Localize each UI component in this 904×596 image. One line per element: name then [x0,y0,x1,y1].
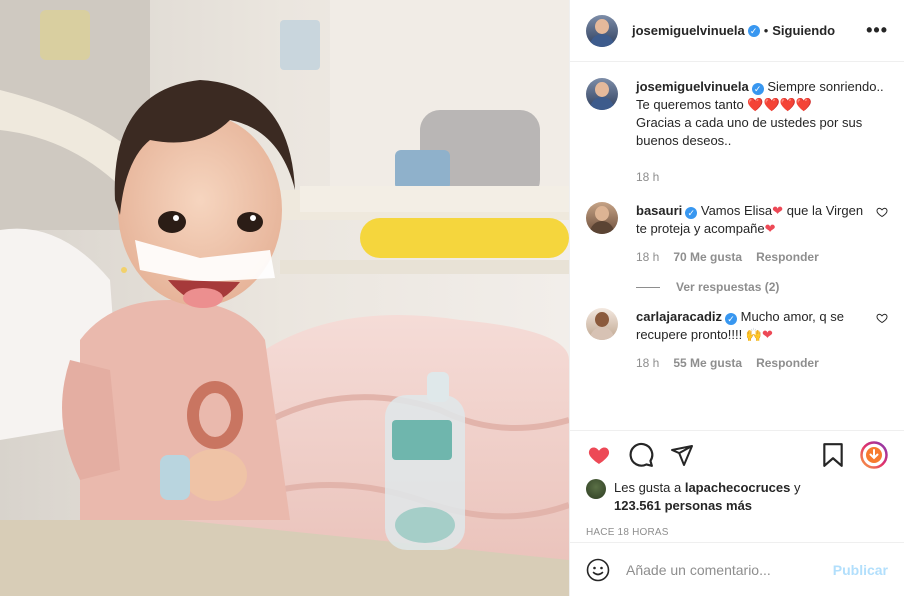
caption-line-2: Te queremos tanto [636,97,744,112]
caption-line-3: Gracias a cada uno de ustedes por sus bu… [636,115,863,148]
header-separator: • [763,23,769,38]
verified-badge-icon: ✓ [725,313,738,325]
reply-button[interactable]: Responder [756,248,819,266]
share-send-icon[interactable] [670,443,694,467]
caption-username[interactable]: josemiguelvinuela [636,79,749,94]
heart-emoji: ❤ [764,221,776,236]
comment-meta: 18 h 55 Me gusta Responder [636,354,868,372]
comment-likes[interactable]: 70 Me gusta [673,248,742,266]
comment-meta: 18 h 70 Me gusta Responder [636,248,868,266]
likes-text: Les gusta a lapachecocruces y 123.561 pe… [614,479,800,515]
view-replies-label: Ver respuestas (2) [676,280,780,294]
caption-body: josemiguelvinuela ✓ Siempre sonriendo.. T… [636,78,888,186]
more-options-icon[interactable]: ••• [866,20,888,41]
publish-button[interactable]: Publicar [833,562,888,578]
likes-prefix: Les gusta a [614,480,682,495]
verified-badge-icon: ✓ [685,207,698,219]
comment-body: basauri ✓ Vamos Elisa❤ que la Virgen te p… [636,202,868,266]
caption-time[interactable]: 18 h [636,168,659,186]
caption: josemiguelvinuela ✓ Siempre sonriendo.. T… [586,78,888,186]
instagram-post: josemiguelvinuela ✓ • Siguiendo ••• jose… [0,0,904,596]
liker-avatar[interactable] [586,479,606,499]
hearts-emoji: ❤️❤️❤️❤️ [747,97,813,112]
action-icons [586,431,888,479]
commenter-username[interactable]: carlajaracadiz [636,309,722,324]
comment-item: carlajaracadiz ✓ Mucho amor, q se recuper… [586,308,888,372]
verified-badge-icon: ✓ [751,83,764,95]
caption-line-1: Siempre sonriendo.. [767,79,884,94]
likes-count[interactable]: 123.561 personas más [614,498,752,513]
author-username[interactable]: josemiguelvinuela [632,23,745,38]
emoji-icon[interactable] [586,558,610,582]
raised-hands-emoji: 🙌 [745,327,763,342]
heart-emoji: ❤ [772,203,784,218]
comment-like-heart-icon[interactable] [876,206,888,218]
post-header: josemiguelvinuela ✓ • Siguiendo ••• [570,0,904,62]
liker-username[interactable]: lapachecocruces [685,480,791,495]
commenter-avatar[interactable] [586,202,618,234]
caption-meta: 18 h [636,168,888,186]
comment-text: Vamos Elisa [700,203,773,218]
comment-body: carlajaracadiz ✓ Mucho amor, q se recuper… [636,308,868,372]
save-bookmark-icon[interactable] [822,442,844,468]
comment-item: basauri ✓ Vamos Elisa❤ que la Virgen te p… [586,202,888,266]
comment-time[interactable]: 18 h [636,248,659,266]
post-photo[interactable] [0,0,569,596]
comments-list: josemiguelvinuela ✓ Siempre sonriendo.. T… [570,62,904,430]
comment-likes[interactable]: 55 Me gusta [673,354,742,372]
reply-button[interactable]: Responder [756,354,819,372]
caption-avatar[interactable] [586,78,618,110]
post-side-panel: josemiguelvinuela ✓ • Siguiendo ••• jose… [569,0,904,596]
commenter-username[interactable]: basauri [636,203,682,218]
following-button[interactable]: Siguiendo [772,23,835,38]
likes-and: y [793,480,801,495]
download-circle-icon[interactable] [860,441,888,469]
comment-input[interactable] [626,561,833,578]
verified-badge-icon: ✓ [747,24,760,37]
baby-in-hospital-bed-image [0,0,569,596]
heart-emoji: ❤ [762,327,773,342]
comment-bubble-icon[interactable] [628,442,654,468]
commenter-avatar[interactable] [586,308,618,340]
comment-like-heart-icon[interactable] [876,312,888,324]
comment-time[interactable]: 18 h [636,354,659,372]
replies-divider [636,286,660,288]
post-timestamp[interactable]: HACE 18 HORAS [586,527,888,538]
likes-summary: Les gusta a lapachecocruces y 123.561 pe… [586,479,888,515]
comment-composer: Publicar [570,542,904,596]
view-replies-button[interactable]: Ver respuestas (2) [636,280,888,294]
like-heart-icon[interactable] [586,443,612,467]
author-avatar[interactable] [586,14,618,47]
action-bar: Les gusta a lapachecocruces y 123.561 pe… [570,430,904,538]
